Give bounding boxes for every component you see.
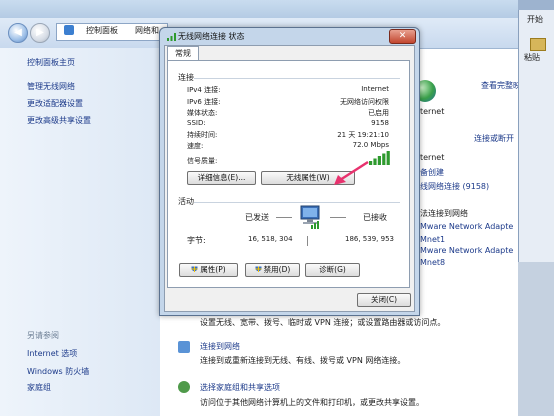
duration-label: 持续时间:: [187, 131, 218, 139]
tab-general[interactable]: 常规: [167, 46, 199, 61]
speed-label: 速度:: [187, 142, 204, 150]
activity-divider: [194, 202, 400, 203]
forward-button[interactable]: ▶: [30, 23, 50, 43]
media-state-value: 已启用: [368, 109, 389, 117]
sidebar-internet-options-link[interactable]: Internet 选项: [27, 348, 77, 359]
dialog-title: 无线网络连接 状态: [178, 32, 245, 41]
ipv6-value: 无网络访问权限: [340, 98, 389, 106]
shield-icon: [255, 266, 262, 272]
speed-value: 72.0 Mbps: [352, 141, 389, 149]
connect-disconnect-link[interactable]: 连接或断开: [474, 133, 514, 144]
internet-label: ternet: [420, 107, 445, 116]
disable-button[interactable]: 禁用(D): [245, 263, 300, 277]
signal-bar: [382, 153, 386, 165]
vmware-adapter-1-link[interactable]: Mware Network Adapte: [420, 222, 513, 231]
wireless-connection-link[interactable]: 线网络连接 (9158): [420, 181, 489, 192]
control-panel-icon: [64, 25, 74, 35]
signal-strength-icon: [369, 151, 390, 165]
sidebar-adapter-settings-link[interactable]: 更改适配器设置: [27, 98, 83, 109]
ipv4-value: Internet: [361, 85, 389, 93]
bytes-sent-value: 16, 518, 304: [248, 235, 293, 243]
back-button[interactable]: ◀: [8, 23, 28, 43]
see-also-heading: 另请参阅: [27, 331, 59, 340]
activity-separator: [307, 236, 308, 246]
breadcrumb-network[interactable]: 网络和: [135, 25, 159, 36]
received-line: [330, 217, 346, 218]
ipv4-label: IPv4 连接:: [187, 86, 221, 94]
shield-icon: [191, 266, 198, 272]
duration-value: 21 天 19:21:10: [337, 131, 389, 139]
sent-label: 已发送: [245, 213, 269, 222]
received-label: 已接收: [363, 213, 387, 222]
wireless-signal-icon: [167, 33, 176, 41]
properties-button[interactable]: 属性(P): [179, 263, 238, 277]
connection-section-label: 连接: [178, 73, 194, 82]
sidebar-manage-wireless-link[interactable]: 管理无线网络: [27, 81, 75, 92]
close-icon[interactable]: ✕: [389, 29, 416, 44]
signal-bar: [373, 158, 377, 165]
activity-section-label: 活动: [178, 197, 194, 206]
access-type-internet: ternet: [420, 153, 445, 162]
signal-bar: [377, 156, 381, 165]
paste-icon: [530, 38, 546, 51]
close-button[interactable]: 关闭(C): [357, 293, 411, 307]
homegroup-sharing-link[interactable]: 选择家庭组和共享选项: [200, 382, 280, 393]
homegroup-ready-link[interactable]: 备创建: [420, 167, 444, 178]
disable-button-label: 禁用(D): [263, 265, 291, 274]
connection-divider: [194, 78, 400, 79]
ssid-value: 9158: [371, 119, 389, 127]
control-panel-titlebar: [0, 0, 518, 18]
signal-quality-label: 信号质量:: [187, 157, 218, 165]
vmware-adapter-2-link[interactable]: Mware Network Adapte: [420, 246, 513, 255]
bytes-received-value: 186, 539, 953: [345, 235, 394, 243]
network-computer-icon: [300, 205, 320, 229]
sent-line: [276, 217, 292, 218]
sidebar-homegroup-link[interactable]: 家庭组: [27, 382, 51, 393]
forward-arrow-icon: ▶: [36, 27, 44, 38]
connect-network-desc: 连接到或重新连接到无线、有线、拨号或 VPN 网络连接。: [200, 356, 406, 365]
vmnet1-link[interactable]: Mnet1: [420, 235, 445, 244]
connect-network-icon: [178, 341, 190, 353]
annotation-arrow-icon: [334, 160, 369, 185]
signal-bar: [386, 151, 390, 165]
sidebar-home-link[interactable]: 控制面板主页: [27, 57, 75, 68]
sidebar-advanced-sharing-link[interactable]: 更改高级共享设置: [27, 115, 91, 126]
media-state-label: 媒体状态:: [187, 109, 218, 117]
properties-button-label: 属性(P): [200, 265, 226, 274]
ssid-label: SSID:: [187, 119, 206, 127]
connect-to-network-link[interactable]: 连接到网络: [200, 341, 240, 352]
paste-button[interactable]: 粘贴: [524, 52, 540, 63]
cannot-connect-label: 法连接到网络: [420, 209, 468, 218]
ipv6-label: IPv6 连接:: [187, 98, 221, 106]
sidebar-firewall-link[interactable]: Windows 防火墙: [27, 366, 89, 377]
vmnet8-link[interactable]: Mnet8: [420, 258, 445, 267]
secondary-window-titlebar: [518, 0, 554, 10]
start-tab[interactable]: 开始: [527, 14, 543, 25]
back-arrow-icon: ◀: [14, 27, 22, 38]
secondary-window-lower-area: [518, 262, 554, 416]
bytes-label: 字节:: [187, 236, 206, 245]
homegroup-icon: [178, 381, 190, 393]
setup-connection-desc: 设置无线、宽带、拨号、临时或 VPN 连接；或设置路由器或访问点。: [200, 318, 446, 327]
homegroup-sharing-desc: 访问位于其他网络计算机上的文件和打印机，或更改共享设置。: [200, 398, 424, 407]
breadcrumb-control-panel[interactable]: 控制面板: [86, 25, 118, 36]
diagnose-button[interactable]: 诊断(G): [305, 263, 360, 277]
details-button[interactable]: 详细信息(E)...: [187, 171, 256, 185]
